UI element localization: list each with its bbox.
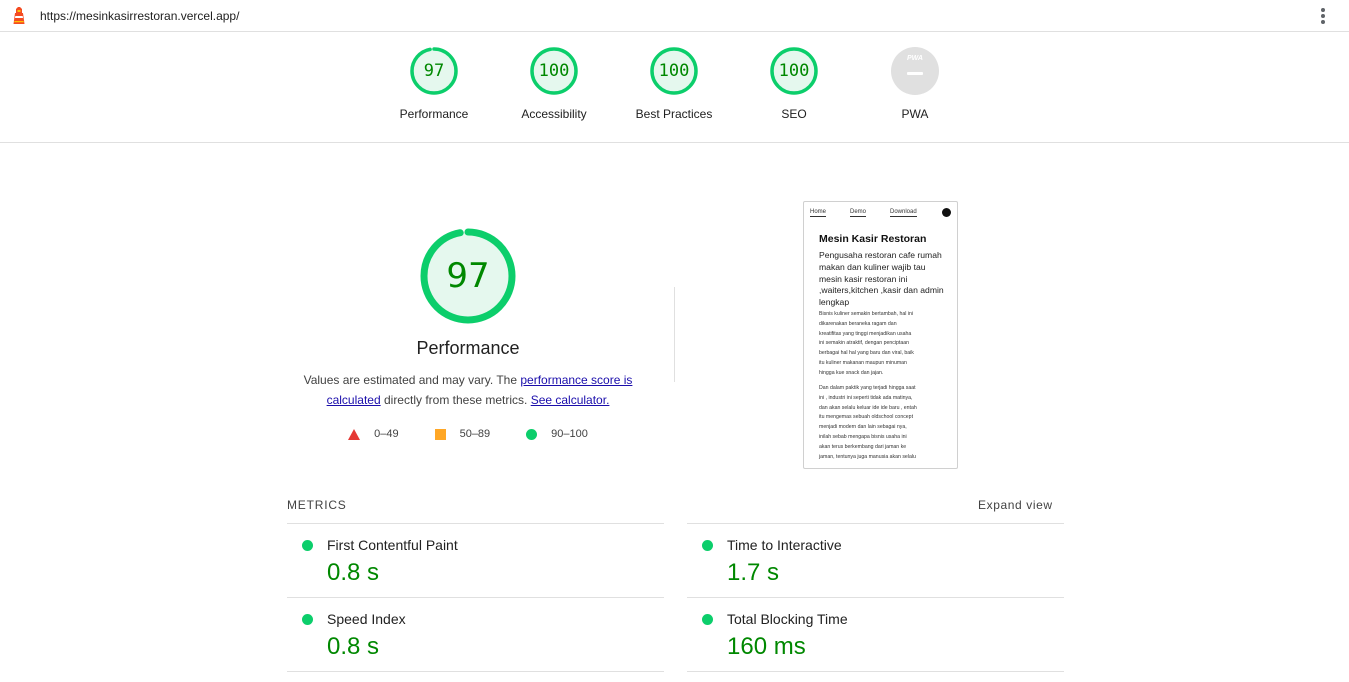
- metric-speed-index: Speed Index 0.8 s: [287, 597, 664, 671]
- circle-icon: [526, 428, 538, 440]
- lighthouse-icon: [13, 7, 25, 24]
- metric-first-contentful-paint: First Contentful Paint 0.8 s: [287, 523, 664, 597]
- square-icon: [434, 428, 446, 440]
- metric-title: First Contentful Paint: [327, 537, 458, 553]
- performance-title: Performance: [416, 338, 520, 358]
- metric-value: 160 ms: [727, 633, 806, 660]
- divider: [674, 287, 675, 382]
- metric-title: Total Blocking Time: [727, 611, 848, 627]
- thumbnail-text-line: berbagai hal hal yang baru dan viral, ba…: [819, 350, 914, 357]
- legend-average: 50–89: [434, 428, 491, 440]
- pass-circle-icon: [702, 614, 713, 625]
- desc-text: Values are estimated and may vary. The: [303, 373, 521, 387]
- see-calculator-link[interactable]: See calculator.: [531, 393, 610, 407]
- legend-pass: 90–100: [526, 428, 588, 440]
- score-value: 100: [658, 61, 690, 81]
- legend-range: 50–89: [459, 428, 491, 440]
- thumbnail-nav-download: Download: [890, 209, 917, 217]
- score-value: 97: [423, 61, 445, 81]
- category-label: SEO: [781, 107, 807, 121]
- page-url: https://mesinkasirrestoran.vercel.app/: [40, 9, 240, 23]
- metric-value: 0.8 s: [327, 633, 380, 660]
- performance-gauge: 97: [420, 228, 516, 324]
- thumbnail-text-line: hingga kue snack dan jajan.: [819, 369, 884, 376]
- dash-icon: [907, 72, 923, 75]
- thumbnail-text-line: itu kuliner makanan maupun minuman: [819, 359, 907, 366]
- thumbnail-text-line: Dan dalam paktik yang terjadi hingga saa…: [819, 385, 916, 391]
- pass-circle-icon: [302, 614, 313, 625]
- score-value: 100: [778, 61, 810, 81]
- score-legend: 0–49 50–89 90–100: [288, 428, 648, 440]
- metric-value: 1.7 s: [727, 559, 780, 586]
- legend-fail: 0–49: [348, 428, 399, 440]
- thumbnail-text-line: Bisnis kuliner semakin bertambah, hal in…: [819, 311, 913, 317]
- pass-circle-icon: [302, 540, 313, 551]
- divider: [687, 671, 1064, 672]
- thumbnail-text-line: menjadi modern dan lain sebagai nya,: [819, 424, 907, 431]
- score-value: 100: [538, 61, 570, 81]
- metrics-heading: METRICS: [287, 498, 347, 512]
- thumbnail-paragraph: Bisnis kuliner semakin bertambah, hal in…: [819, 310, 949, 379]
- thumbnail-nav-home: Home: [810, 209, 827, 217]
- pass-circle-icon: [702, 540, 713, 551]
- pwa-badge-text: PWA: [907, 55, 923, 62]
- category-label: PWA: [901, 107, 929, 121]
- category-label: Performance: [399, 107, 469, 121]
- metric-time-to-interactive: Time to Interactive 1.7 s: [687, 523, 1064, 597]
- divider: [287, 671, 664, 672]
- address-bar: https://mesinkasirrestoran.vercel.app/: [0, 0, 1349, 32]
- thumbnail-text-line: ini semakin atraktif, dengan penciptaan: [819, 340, 909, 347]
- category-pwa[interactable]: PWA PWA: [855, 47, 975, 121]
- thumbnail-text-line: inilah sebab mengapa bisnis usaha ini: [819, 433, 907, 440]
- category-best-practices[interactable]: 100 Best Practices: [614, 47, 734, 121]
- desc-text: directly from these metrics.: [380, 392, 531, 407]
- thumbnail-nav-demo: Demo: [850, 209, 867, 217]
- category-performance[interactable]: 97 Performance: [374, 47, 494, 121]
- category-label: Best Practices: [635, 107, 713, 121]
- thumbnail-text-line: kreatifitas yang tinggi menjadikan usaha: [819, 330, 912, 337]
- metric-value: 0.8 s: [327, 559, 380, 586]
- performance-score: 97: [446, 256, 490, 296]
- thumbnail-text-line: dikarenakan beraneka ragam dan: [819, 320, 897, 327]
- pwa-badge-icon: PWA: [891, 47, 939, 95]
- performance-summary: 97 Performance Values are estimated and …: [288, 228, 648, 440]
- expand-view-button[interactable]: Expand view: [978, 498, 1053, 512]
- category-seo[interactable]: 100 SEO: [734, 47, 854, 121]
- thumbnail-heading: Mesin Kasir Restoran: [819, 233, 927, 245]
- triangle-icon: [348, 428, 361, 440]
- thumbnail-text-line: itu mengemas sebuah oldschool concept: [819, 414, 914, 421]
- thumbnail-paragraph: Dan dalam paktik yang terjadi hingga saa…: [819, 384, 949, 462]
- score-gauge: 100: [650, 47, 698, 95]
- category-label: Accessibility: [521, 107, 587, 121]
- metric-title: Speed Index: [327, 611, 406, 627]
- github-icon: [942, 208, 951, 217]
- category-accessibility[interactable]: 100 Accessibility: [494, 47, 614, 121]
- score-gauge: 97: [410, 47, 458, 95]
- thumbnail-text-line: ini , industri ini seperti tidak ada mat…: [819, 394, 913, 401]
- legend-range: 0–49: [374, 428, 399, 440]
- performance-description: Values are estimated and may vary. The p…: [288, 371, 648, 410]
- metric-total-blocking-time: Total Blocking Time 160 ms: [687, 597, 1064, 671]
- score-gauge: 100: [530, 47, 578, 95]
- thumbnail-subheading: Pengusaha restoran cafe rumah makan dan …: [819, 250, 944, 308]
- thumbnail-text-line: akan terus berkembang dari jaman ke: [819, 443, 907, 450]
- category-scores-header: 97 Performance 100 Accessibility 100 Bes…: [0, 32, 1349, 143]
- metric-title: Time to Interactive: [727, 537, 842, 553]
- page-screenshot-thumbnail[interactable]: Home Demo Download Mesin Kasir Restoran …: [803, 201, 958, 469]
- legend-range: 90–100: [551, 428, 588, 440]
- thumbnail-text-line: dan akan selalu keluar ide ide baru , en…: [819, 404, 917, 411]
- thumbnail-text-line: jaman, tentunya juga manusia akan selalu: [819, 453, 916, 460]
- kebab-menu-icon[interactable]: [1318, 8, 1328, 24]
- score-gauge: 100: [770, 47, 818, 95]
